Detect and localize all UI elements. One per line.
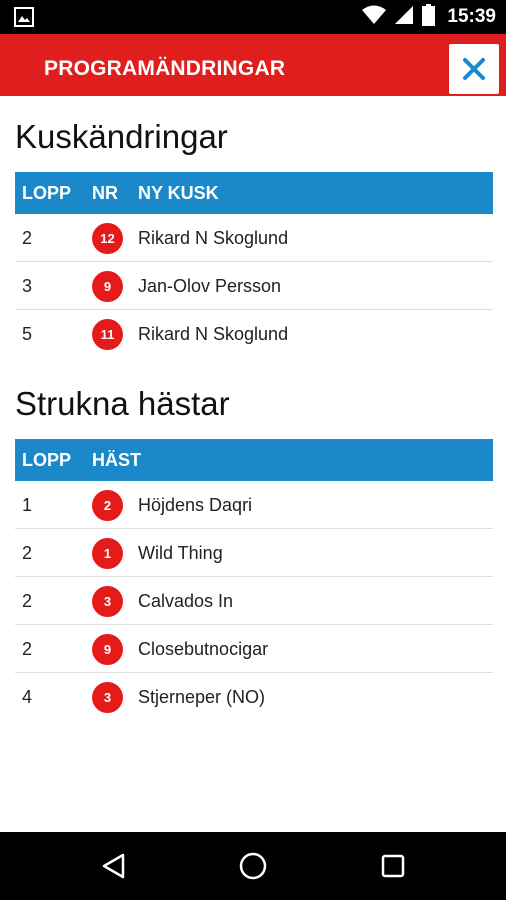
recents-icon <box>381 854 405 878</box>
back-button[interactable] <box>98 850 130 882</box>
number-badge: 1 <box>92 538 123 569</box>
lopp-cell: 1 <box>22 495 33 515</box>
lopp-cell: 3 <box>22 276 33 296</box>
battery-icon <box>422 3 436 31</box>
table-row: 2 1 Wild Thing <box>15 529 493 577</box>
table-header: LOPP NR NY KUSK <box>15 172 493 214</box>
back-icon <box>102 853 125 879</box>
recents-button[interactable] <box>377 850 409 882</box>
lopp-cell: 2 <box>22 543 33 563</box>
lopp-cell: 5 <box>22 324 33 344</box>
wifi-icon <box>362 5 387 30</box>
number-badge: 9 <box>92 271 123 302</box>
status-bar: 15:39 <box>0 0 506 34</box>
lopp-cell: 4 <box>22 687 33 707</box>
table-row: 4 3 Stjerneper (NO) <box>15 673 493 721</box>
column-header-lopp: LOPP <box>22 450 72 470</box>
app-bar: PROGRAMÄNDRINGAR <box>0 34 506 96</box>
scratched-horses-table: LOPP HÄST 1 2 Höjdens Daqri 2 1 Wild Thi… <box>15 439 493 721</box>
gallery-icon <box>14 7 34 32</box>
horse-name: Stjerneper (NO) <box>138 687 266 707</box>
page-title: PROGRAMÄNDRINGAR <box>44 57 286 80</box>
driver-name: Rikard N Skoglund <box>138 228 289 248</box>
table-header: LOPP HÄST <box>15 439 493 481</box>
lopp-cell: 2 <box>22 591 33 611</box>
horse-name: Höjdens Daqri <box>138 495 253 515</box>
column-header-ny-kusk: NY KUSK <box>138 183 219 203</box>
lopp-cell: 2 <box>22 639 33 659</box>
driver-name: Jan-Olov Persson <box>138 276 282 296</box>
close-button[interactable] <box>449 44 499 94</box>
table-row: 5 11 Rikard N Skoglund <box>15 310 493 358</box>
table-row: 1 2 Höjdens Daqri <box>15 481 493 529</box>
driver-changes-table: LOPP NR NY KUSK 2 12 Rikard N Skoglund 3… <box>15 172 493 358</box>
lopp-cell: 2 <box>22 228 33 248</box>
scratched-horses-title: Strukna hästar <box>15 385 230 422</box>
column-header-nr: NR <box>92 183 118 203</box>
number-badge: 11 <box>92 319 123 350</box>
table-row: 2 3 Calvados In <box>15 577 493 625</box>
number-badge: 3 <box>92 682 123 713</box>
driver-name: Rikard N Skoglund <box>138 324 289 344</box>
column-header-hast: HÄST <box>92 450 141 470</box>
horse-name: Closebutnocigar <box>138 639 269 659</box>
table-row: 2 12 Rikard N Skoglund <box>15 214 493 262</box>
number-badge: 9 <box>92 634 123 665</box>
column-header-lopp: LOPP <box>22 183 72 203</box>
navigation-bar <box>0 832 506 900</box>
horse-name: Calvados In <box>138 591 234 611</box>
signal-icon <box>394 5 414 30</box>
driver-changes-title: Kuskändringar <box>15 118 228 155</box>
clock: 15:39 <box>447 6 496 27</box>
home-icon <box>239 852 267 880</box>
table-row: 3 9 Jan-Olov Persson <box>15 262 493 310</box>
number-badge: 2 <box>92 490 123 521</box>
number-badge: 12 <box>92 223 123 254</box>
horse-name: Wild Thing <box>138 543 223 563</box>
home-button[interactable] <box>237 850 269 882</box>
number-badge: 3 <box>92 586 123 617</box>
table-row: 2 9 Closebutnocigar <box>15 625 493 673</box>
close-icon <box>463 58 485 80</box>
